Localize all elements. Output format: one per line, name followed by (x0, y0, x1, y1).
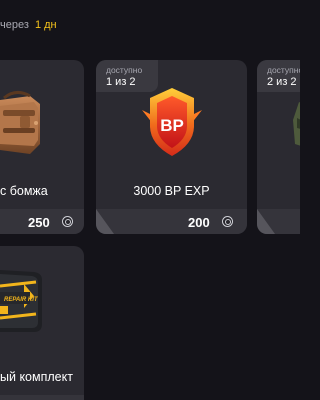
footer-corner (96, 209, 114, 234)
partial-item-icon (293, 102, 300, 146)
duffel-bag-icon (0, 91, 40, 154)
item-price: 250 (28, 215, 50, 230)
coin-icon (222, 216, 233, 227)
repair-kit-icon: REPAIR KIT (0, 270, 42, 332)
card-footer: 200 (96, 209, 247, 234)
bp-badge-icon: BP (142, 88, 202, 156)
bp-badge-text: BP (160, 116, 184, 135)
shop-card-bp-exp[interactable]: доступно 1 из 2 BP 3000 BP EXP 200 (96, 60, 247, 234)
availability-label: доступно (267, 65, 300, 75)
card-footer (257, 209, 300, 234)
coin-icon (62, 216, 73, 227)
refresh-timer: через 1 дн (0, 19, 57, 31)
item-name: ый комплект (0, 370, 73, 384)
refresh-prefix: через (0, 19, 29, 31)
repair-kit-label: REPAIR KIT (4, 297, 39, 303)
item-price: 200 (188, 215, 210, 230)
shop-card-partial[interactable]: доступно 2 из 2 (257, 60, 300, 234)
item-name: с бомжа (0, 184, 48, 198)
footer-corner (257, 209, 275, 234)
shop-card-bag[interactable]: с бомжа 250 (0, 60, 84, 234)
card-footer (0, 395, 84, 400)
shop-card-repair-kit[interactable]: REPAIR KIT ый комплект (0, 246, 84, 400)
refresh-value: 1 дн (34, 19, 57, 31)
availability-badge: доступно 2 из 2 (257, 60, 300, 92)
shop-page: через 1 дн с бомжа 250 доступно 1 из 2 B… (0, 0, 300, 400)
availability-label: доступно (106, 65, 143, 75)
card-footer: 250 (0, 209, 84, 234)
availability-count: 2 из 2 (267, 76, 297, 88)
item-name: 3000 BP EXP (133, 184, 210, 198)
